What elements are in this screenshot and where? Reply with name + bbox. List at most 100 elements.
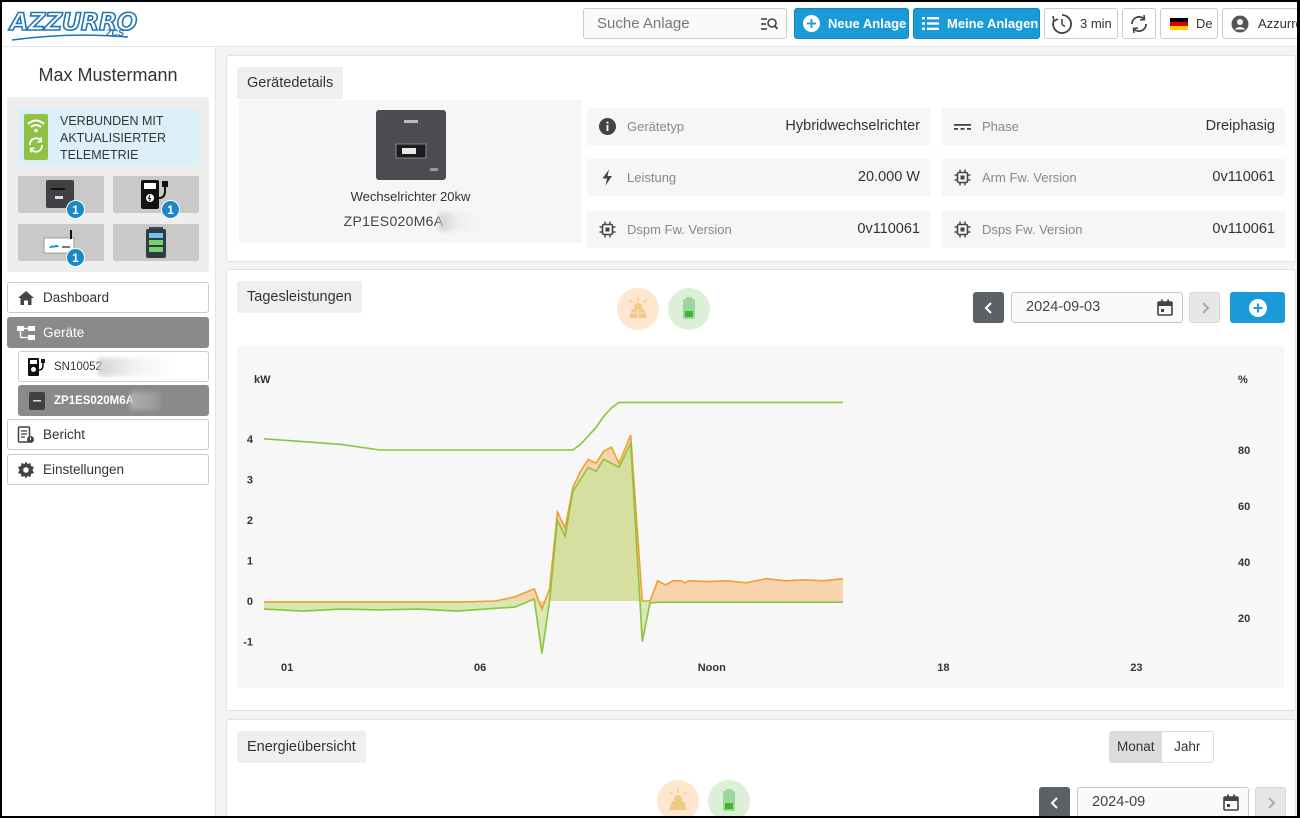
- redacted-serial: [129, 391, 160, 410]
- nav-settings[interactable]: Einstellungen: [7, 454, 209, 485]
- connection-status-text: VERBUNDEN MIT AKTUALISIERTER TELEMETRIE: [60, 114, 167, 162]
- next-month-button[interactable]: [1255, 787, 1286, 816]
- month-date-value: 2024-09: [1092, 794, 1146, 810]
- chevron-right-icon: [1267, 796, 1275, 809]
- y-tick-left: -1: [243, 637, 253, 649]
- ev-charger-small-icon: [28, 357, 45, 376]
- refresh-interval-label: 3 min: [1080, 16, 1112, 31]
- sync-icon: [1131, 14, 1147, 33]
- bolt-icon: [602, 169, 612, 186]
- nav-devices-label: Geräte: [43, 325, 85, 340]
- inverter-count-badge: 1: [66, 200, 85, 219]
- prop-arm-fw: Arm Fw. Version 0v110061: [942, 159, 1285, 196]
- y-tick-right: 60: [1238, 501, 1250, 513]
- y-tick-right: 80: [1238, 445, 1250, 457]
- prop-phase: Phase Dreiphasig: [942, 108, 1285, 145]
- prev-day-button[interactable]: [973, 292, 1004, 323]
- info-icon: [599, 118, 616, 135]
- main-content: Gerätedetails Wechselrichter 20kw ZP1ES0…: [216, 47, 1297, 816]
- azzurro-logo[interactable]: AZZURRO ZCS: [9, 7, 138, 41]
- timer-icon: [1052, 13, 1072, 34]
- battery-level-icon: [683, 297, 695, 319]
- x-tick: 23: [1130, 662, 1142, 674]
- toggle-month[interactable]: Monat: [1110, 732, 1162, 762]
- day-date-value: 2024-09-03: [1026, 299, 1101, 315]
- device-tile-battery[interactable]: [113, 224, 199, 261]
- daily-performance-title: Tagesleistungen: [237, 281, 362, 313]
- chevron-left-icon: [1050, 796, 1058, 809]
- month-date-picker[interactable]: 2024-09: [1077, 787, 1249, 816]
- search-box: [583, 8, 787, 39]
- device-tile-datalogger[interactable]: 1: [18, 224, 104, 267]
- prop-dsps-fw-label: Dsps Fw. Version: [982, 222, 1083, 237]
- y-tick-left: 1: [247, 556, 253, 568]
- energy-overview-card: Energieübersicht Monat Jahr 2024-09: [226, 719, 1296, 816]
- y-axis-label-right: %: [1238, 374, 1248, 386]
- search-input[interactable]: [584, 9, 754, 38]
- device-serial: ZP1ES020M6A: [239, 213, 582, 232]
- prop-device-type-label: Gerätetyp: [627, 119, 685, 134]
- nav-devices[interactable]: Geräte: [7, 317, 209, 348]
- energy-overview-title: Energieübersicht: [237, 731, 366, 763]
- status-panel: VERBUNDEN MIT AKTUALISIERTER TELEMETRIE …: [7, 97, 209, 272]
- user-avatar-icon: [1231, 15, 1249, 32]
- battery-toggle[interactable]: [668, 288, 710, 330]
- chevron-right-icon: [1201, 301, 1209, 314]
- daily-chart-svg: kW % 4 3 2 1 0 -1 80 60 40 20 01 06 Noon 18 23: [243, 374, 1250, 674]
- y-tick-left: 3: [247, 475, 253, 487]
- nav-dashboard[interactable]: Dashboard: [7, 282, 209, 313]
- energy-battery-toggle[interactable]: [708, 780, 750, 816]
- x-tick: 18: [937, 662, 949, 674]
- new-plant-button[interactable]: Neue Anlage: [794, 8, 909, 39]
- device-tile-ev-charger[interactable]: 1: [113, 176, 199, 219]
- sidebar: Max Mustermann VERBUNDEN MIT AKTUALISIER…: [2, 47, 216, 816]
- toggle-year[interactable]: Jahr: [1162, 732, 1214, 762]
- prop-dsps-fw: Dsps Fw. Version 0v110061: [942, 211, 1285, 248]
- add-chart-series-button[interactable]: [1230, 292, 1285, 323]
- prop-phase-label: Phase: [982, 119, 1019, 134]
- top-header: AZZURRO ZCS Neue Anlage Meine Anlagen: [2, 2, 1300, 47]
- nav-device-ev-charger[interactable]: SN10052: [18, 351, 209, 382]
- user-short-label: Azzurro: [1258, 16, 1300, 31]
- prev-month-button[interactable]: [1039, 787, 1070, 816]
- status-icon-box: [24, 114, 48, 160]
- y-axis-label-left: kW: [254, 374, 271, 386]
- prop-power-label: Leistung: [627, 170, 677, 185]
- phase-icon: [954, 124, 971, 130]
- device-tile-inverter[interactable]: 1: [18, 176, 104, 219]
- user-menu-button[interactable]: Azzurro: [1222, 8, 1300, 39]
- day-date-picker[interactable]: 2024-09-03: [1011, 292, 1183, 323]
- datalogger-count-badge: 1: [66, 248, 85, 267]
- production-toggle[interactable]: [617, 288, 659, 330]
- energy-production-toggle[interactable]: [657, 780, 699, 816]
- connection-status-card: VERBUNDEN MIT AKTUALISIERTER TELEMETRIE: [18, 108, 199, 166]
- my-plants-button[interactable]: Meine Anlagen: [913, 8, 1040, 39]
- redacted-serial: [97, 357, 173, 376]
- inverter-small-icon: [29, 391, 45, 410]
- nav-report[interactable]: Bericht: [7, 419, 209, 450]
- ev-charger-icon: [141, 180, 168, 209]
- nav-device-ev-charger-label: SN10052: [54, 360, 102, 373]
- x-tick: 01: [281, 662, 293, 674]
- daily-chart: kW% 4 3 2 1 0 -1 80 60 40 20 01 06 Noon 18 23: [237, 346, 1284, 688]
- inverter-product-icon: [378, 112, 444, 178]
- new-plant-label: Neue Anlage: [828, 16, 907, 31]
- chip-icon: [599, 221, 616, 238]
- logo-swoosh-icon: [11, 34, 129, 41]
- y-tick-left: 4: [247, 434, 254, 446]
- next-day-button[interactable]: [1189, 292, 1220, 323]
- gear-icon: [18, 461, 34, 478]
- prop-phase-value: Dreiphasig: [1205, 118, 1275, 134]
- period-toggle: Monat Jahr: [1109, 731, 1214, 763]
- prop-dsps-fw-value: 0v110061: [1212, 221, 1275, 237]
- solar-panel-icon: [669, 789, 687, 810]
- search-list-icon[interactable]: [760, 16, 778, 32]
- language-selector[interactable]: De: [1160, 8, 1218, 39]
- sync-button[interactable]: [1122, 8, 1156, 39]
- device-summary: Wechselrichter 20kw ZP1ES020M6A: [239, 100, 582, 243]
- refresh-interval-button[interactable]: 3 min: [1044, 8, 1118, 39]
- nav-device-inverter[interactable]: ZP1ES020M6A: [18, 385, 209, 416]
- nav-device-inverter-label: ZP1ES020M6A: [54, 394, 134, 407]
- prop-arm-fw-label: Arm Fw. Version: [982, 170, 1077, 185]
- x-tick: 06: [474, 662, 486, 674]
